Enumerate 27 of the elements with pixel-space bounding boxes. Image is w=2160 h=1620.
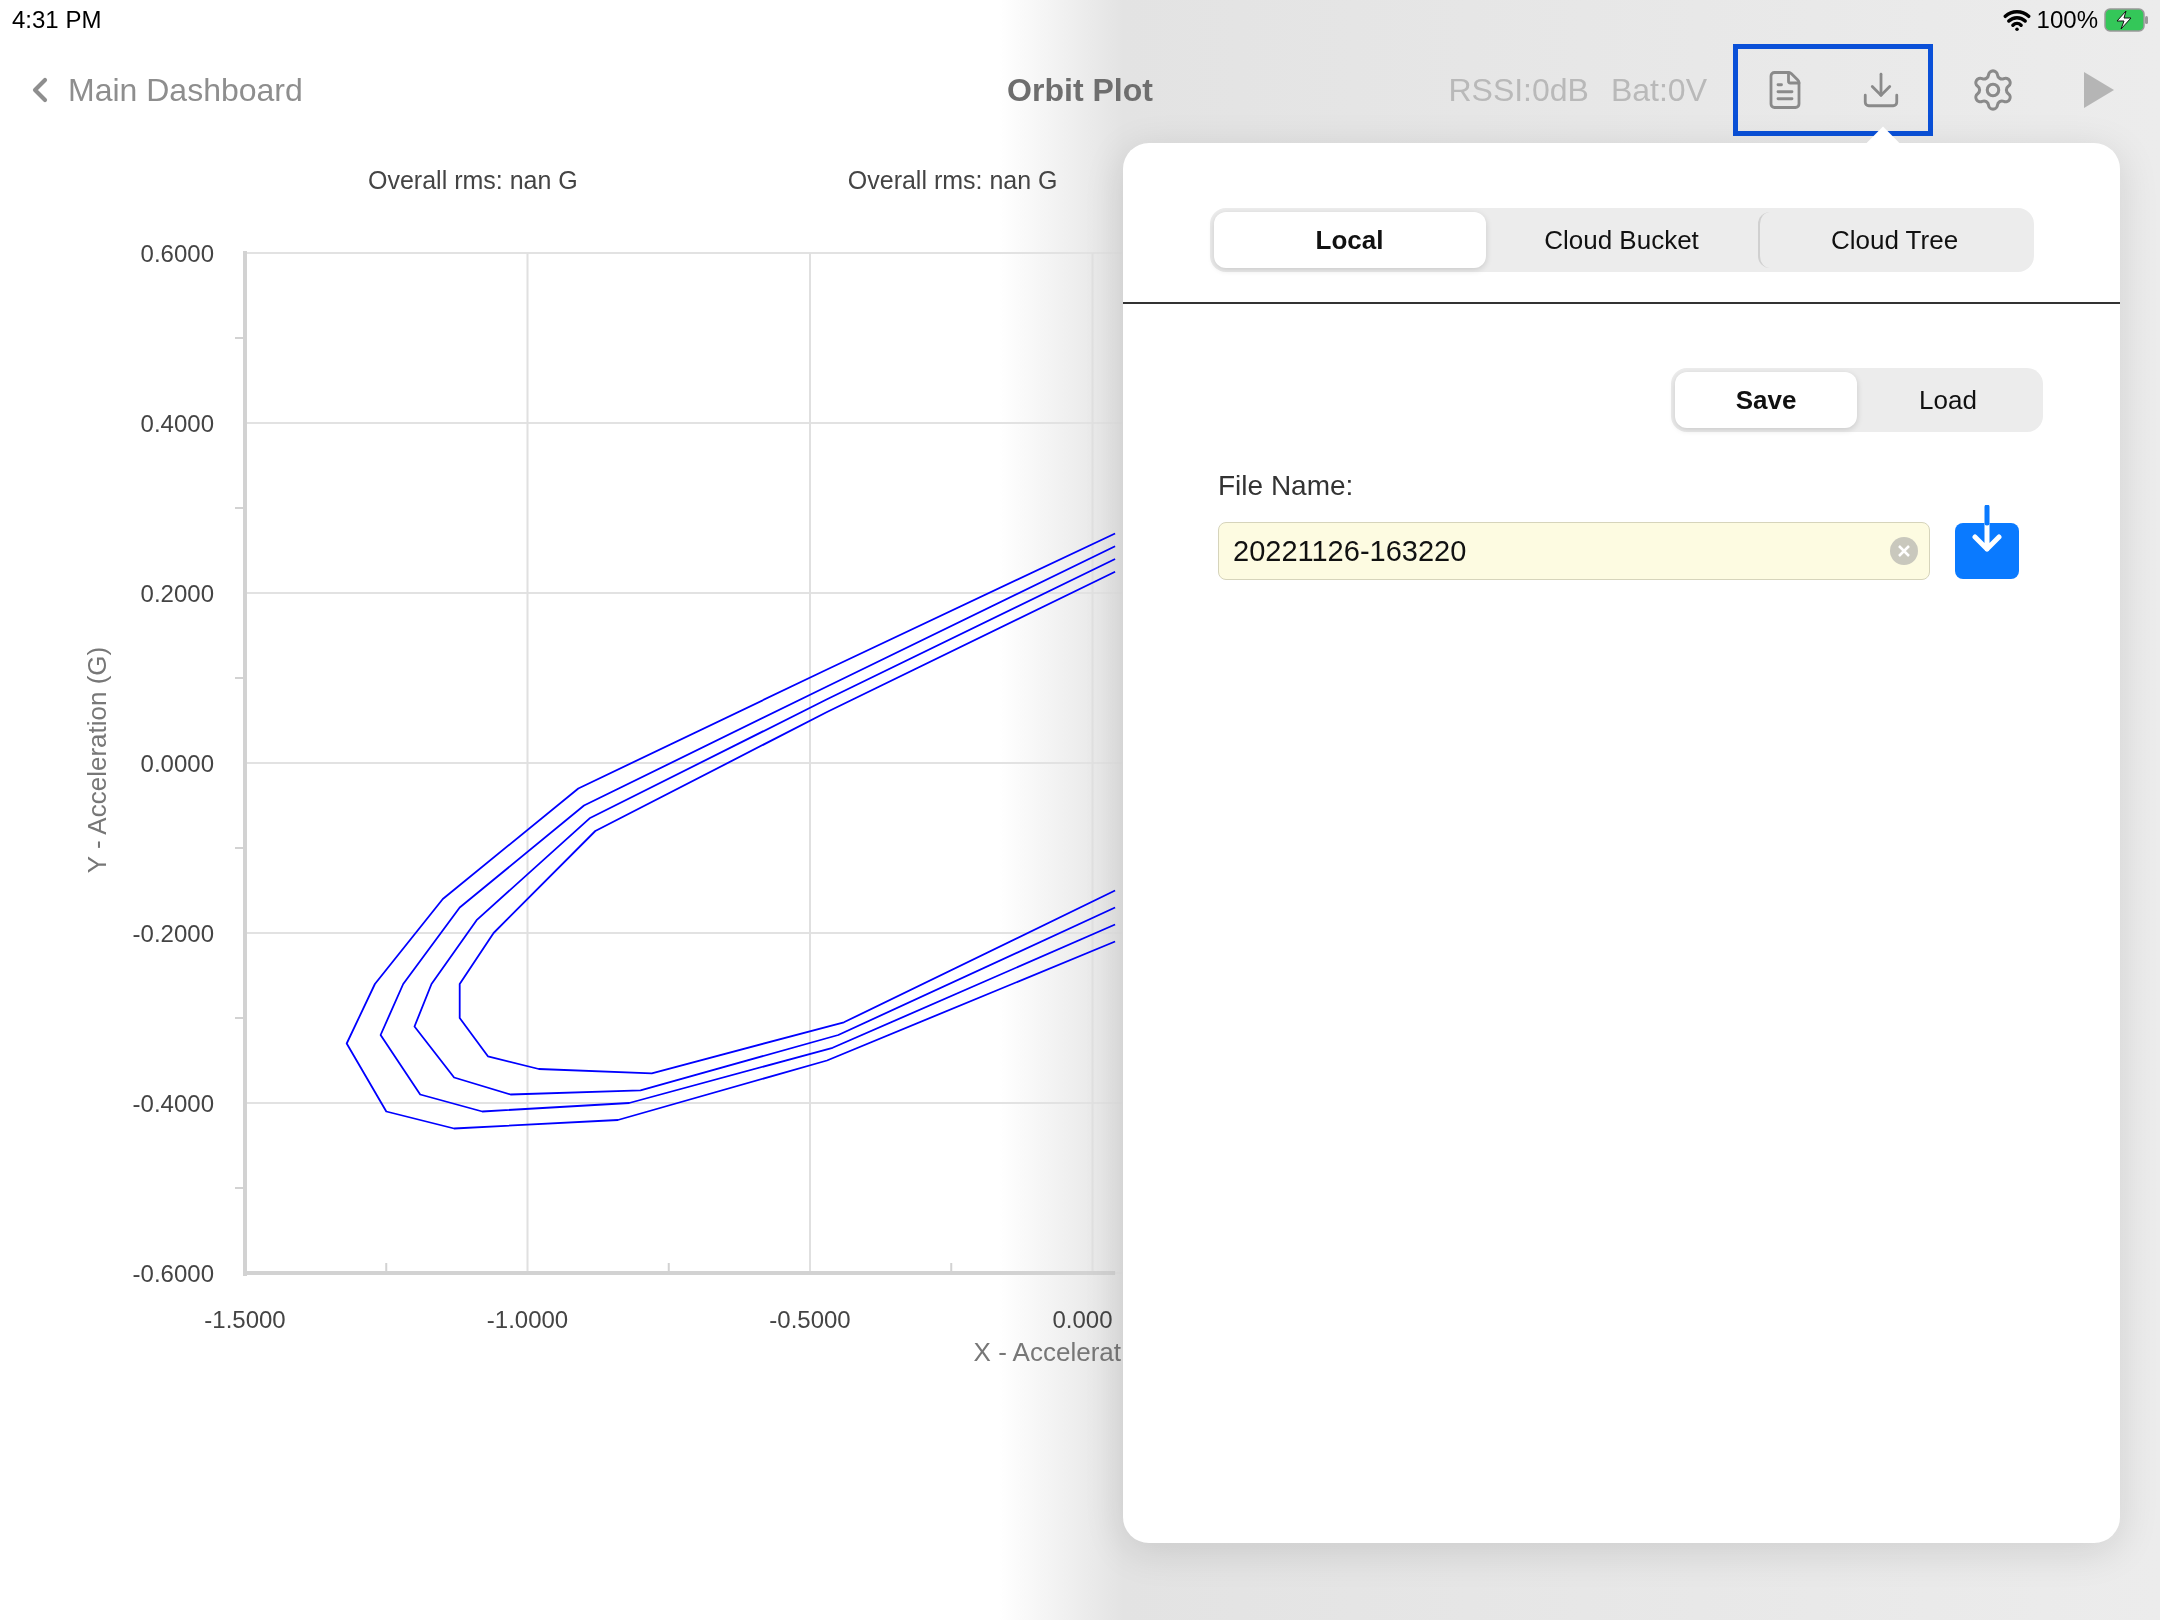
status-time: 4:31 PM [12,6,102,34]
x-tick-label: -1.0000 [486,1306,569,1333]
x-axis-title: X - Accelerat [973,1337,1121,1367]
source-tab[interactable]: Local [1213,212,1486,268]
field-label: File Name: [1218,470,1355,502]
y-axis-title: Y - Acceleration (G) [82,646,112,874]
source-tab[interactable]: Cloud Tree [1757,212,2030,268]
mode-tab[interactable]: Save [1675,372,1857,428]
mode-tab[interactable]: Load [1857,372,2039,428]
screen-title: Orbit Plot [1007,71,1153,109]
source-tab[interactable]: Cloud Bucket [1485,212,1758,268]
battery-icon [2104,8,2150,32]
file-name-field[interactable]: 20221126-163220 [1218,522,1930,580]
battery-percent: 100% [2036,6,2098,34]
y-tick-label: -0.2000 [132,920,214,947]
x-tick-label: 0.000 [1052,1306,1113,1333]
y-tick-label: -0.4000 [132,1090,214,1117]
rms-label: Overall rms: nan G [368,166,578,196]
x-tick-label: -0.5000 [769,1306,851,1333]
y-tick-label: 0.4000 [140,410,214,437]
y-tick-label: -0.6000 [132,1260,214,1287]
y-tick-label: 0.6000 [140,240,214,267]
y-tick-label: 0.0000 [140,750,214,777]
y-tick-label: 0.2000 [140,580,214,607]
x-tick-label: -1.5000 [204,1306,286,1333]
save-download-button[interactable] [1955,523,2019,579]
rms-label: Overall rms: nan G [847,166,1058,196]
